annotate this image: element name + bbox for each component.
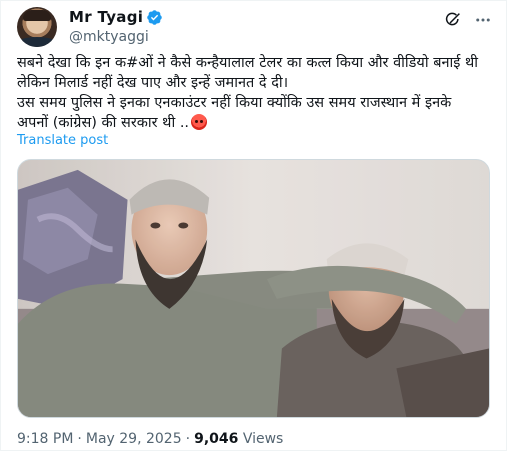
angry-face-emoji-icon bbox=[191, 114, 208, 130]
grok-icon[interactable] bbox=[444, 11, 462, 29]
tweet-text-line: अपनों (कांग्रेस) की सरकार थी .. bbox=[17, 113, 497, 133]
tweet-text-line: सबने देखा कि इन क#ओं ने कैसे कन्हैयालाल … bbox=[17, 55, 479, 71]
verified-badge-icon bbox=[147, 9, 162, 25]
meta-separator: · bbox=[185, 431, 191, 447]
tweet-header: Mr Tyagi @mktyaggi bbox=[17, 7, 496, 47]
tweet-date[interactable]: May 29, 2025 bbox=[86, 431, 182, 447]
video-thumbnail[interactable] bbox=[17, 159, 490, 418]
views-label: Views bbox=[242, 431, 284, 447]
author-handle[interactable]: @mktyaggi bbox=[69, 29, 149, 45]
avatar[interactable] bbox=[17, 7, 57, 47]
tweet-text-line: उस समय पुलिस ने इनका एनकाउंटर नहीं किया … bbox=[17, 95, 452, 111]
meta-separator: · bbox=[77, 431, 82, 447]
more-icon[interactable] bbox=[474, 11, 492, 29]
tweet-text: सबने देखा कि इन क#ओं ने कैसे कन्हैयालाल … bbox=[17, 53, 497, 133]
avatar-hair bbox=[23, 10, 51, 21]
video-frame-illustration bbox=[18, 160, 489, 417]
tweet-card: Mr Tyagi @mktyaggi सबने देखा कि इन क#ओं … bbox=[0, 0, 507, 451]
tweet-time[interactable]: 9:18 PM bbox=[17, 431, 73, 447]
tweet-meta: 9:18 PM · May 29, 2025 · 9,046 Views bbox=[17, 431, 283, 447]
translate-post-link[interactable]: Translate post bbox=[17, 133, 108, 148]
tweet-text-line: लेकिन मिलार्ड नहीं देख पाए और इन्हें जमा… bbox=[17, 75, 289, 91]
views-count: 9,046 bbox=[194, 431, 239, 447]
author-display-name[interactable]: Mr Tyagi bbox=[69, 8, 143, 26]
tweet-text-line-content: अपनों (कांग्रेस) की सरकार थी .. bbox=[17, 115, 190, 131]
name-row: Mr Tyagi bbox=[69, 8, 163, 26]
avatar-shirt bbox=[17, 37, 57, 47]
